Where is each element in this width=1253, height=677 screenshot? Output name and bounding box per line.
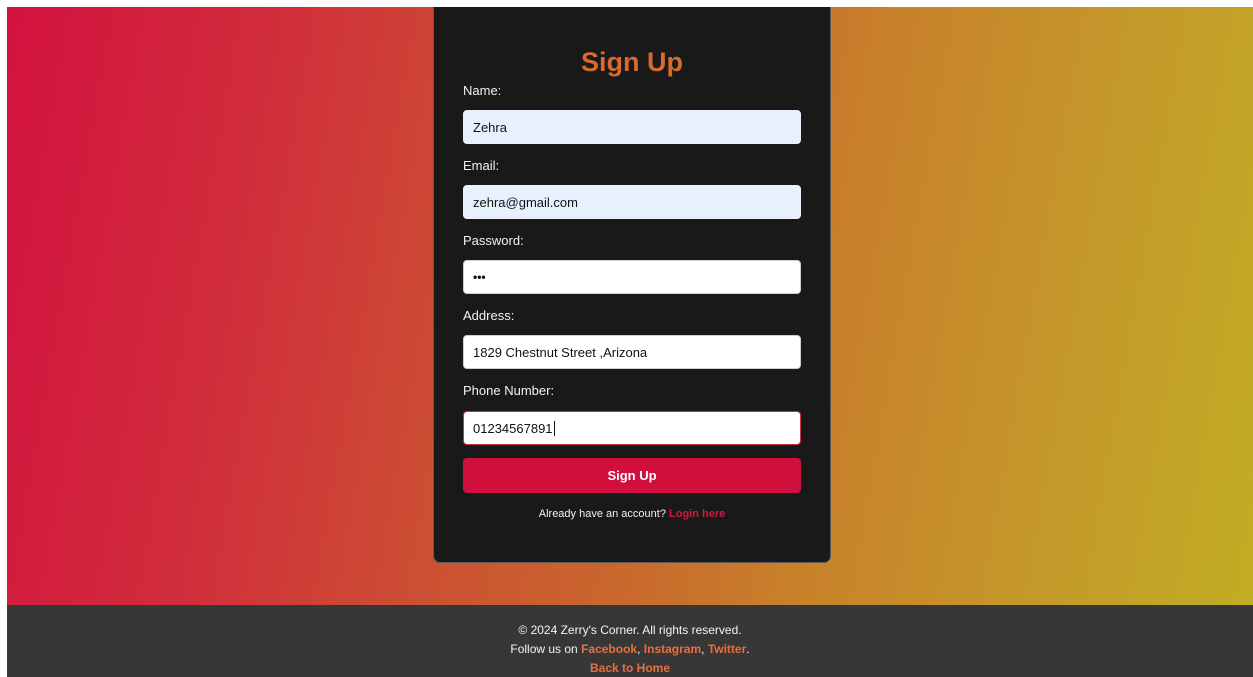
login-prompt-text: Already have an account? [538, 508, 666, 520]
email-label: Email: [463, 158, 500, 173]
address-label: Address: [463, 308, 515, 323]
login-prompt-row: Already have an account? Login here [434, 507, 830, 521]
page: Sign Up Name: Zehra Email: zehra@gmail.c… [7, 7, 1253, 677]
facebook-link[interactable]: Facebook [581, 642, 637, 656]
login-link[interactable]: Login here [669, 508, 725, 520]
back-to-home-link[interactable]: Back to Home [590, 661, 670, 675]
email-input[interactable]: zehra@gmail.com [463, 185, 801, 219]
footer-follow-prefix: Follow us on [510, 642, 578, 656]
address-input[interactable]: 1829 Chestnut Street ,Arizona [463, 335, 801, 369]
text-caret [553, 420, 555, 436]
footer-copyright: © 2024 Zerry's Corner. All rights reserv… [518, 623, 742, 637]
signup-button[interactable]: Sign Up [463, 458, 801, 493]
name-input[interactable]: Zehra [463, 110, 801, 144]
instagram-link[interactable]: Instagram [644, 642, 701, 656]
phone-input[interactable]: 01234567891 [463, 411, 801, 445]
site-footer: © 2024 Zerry's Corner. All rights reserv… [7, 605, 1253, 677]
footer-home-row: Back to Home [7, 660, 1253, 676]
footer-separator: , [637, 642, 641, 656]
email-input-value: zehra@gmail.com [473, 194, 578, 210]
password-label: Password: [463, 233, 524, 248]
phone-input-value: 01234567891 [473, 420, 553, 436]
footer-follow-suffix: . [746, 642, 750, 656]
footer-separator: , [701, 642, 705, 656]
address-input-value: 1829 Chestnut Street ,Arizona [473, 344, 648, 360]
page-title: Sign Up [581, 47, 683, 77]
name-label: Name: [463, 83, 502, 98]
signup-card: Sign Up Name: Zehra Email: zehra@gmail.c… [433, 7, 831, 563]
password-masked-value: ••• [473, 270, 486, 284]
password-input[interactable]: ••• [463, 260, 801, 294]
twitter-link[interactable]: Twitter [708, 642, 746, 656]
phone-label: Phone Number: [463, 383, 555, 398]
name-input-value: Zehra [473, 119, 507, 135]
hero-gradient-background: Sign Up Name: Zehra Email: zehra@gmail.c… [7, 7, 1253, 605]
footer-social-row: Follow us on Facebook, Instagram, Twitte… [7, 641, 1253, 657]
